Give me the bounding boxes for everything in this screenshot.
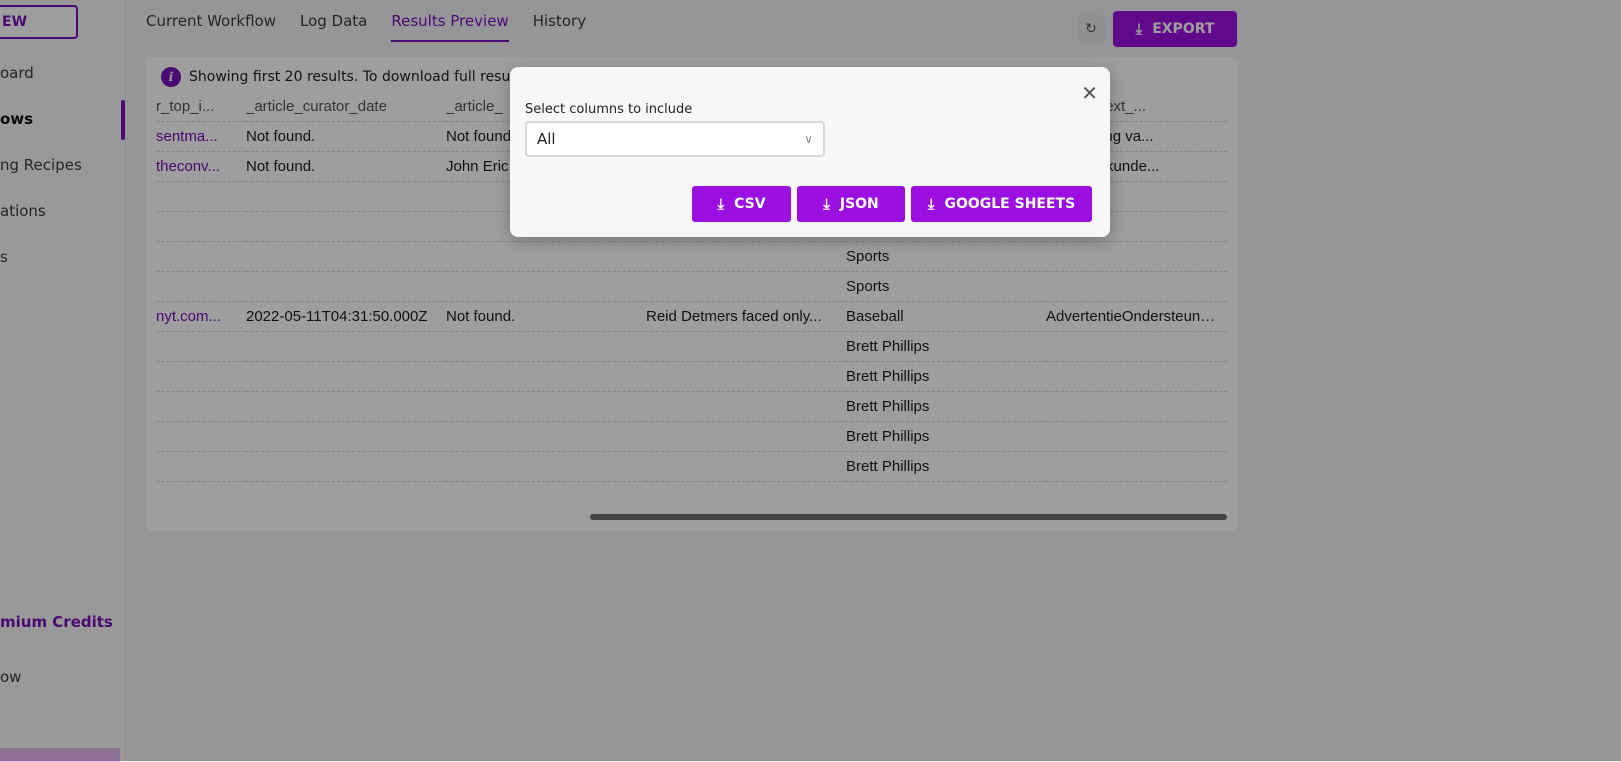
select-columns-label: Select columns to include: [525, 102, 693, 117]
csv-label: CSV: [734, 196, 766, 212]
close-icon[interactable]: ✕: [1081, 81, 1098, 105]
json-label: JSON: [839, 196, 879, 212]
json-download-button[interactable]: ⤓ JSON: [797, 186, 905, 222]
columns-select-value: All: [537, 130, 556, 148]
download-icon: ⤓: [717, 195, 725, 213]
download-icon: ⤓: [823, 195, 830, 213]
columns-select[interactable]: All ∨: [525, 121, 825, 157]
download-icon: ⤓: [927, 195, 935, 213]
chevron-down-icon: ∨: [804, 132, 813, 146]
google-sheets-label: GOOGLE SHEETS: [944, 196, 1076, 212]
export-modal: ✕ Select columns to include All ∨ ⤓ CSV …: [510, 67, 1110, 237]
google-sheets-download-button[interactable]: ⤓ GOOGLE SHEETS: [911, 186, 1092, 222]
csv-download-button[interactable]: ⤓ CSV: [692, 186, 791, 222]
